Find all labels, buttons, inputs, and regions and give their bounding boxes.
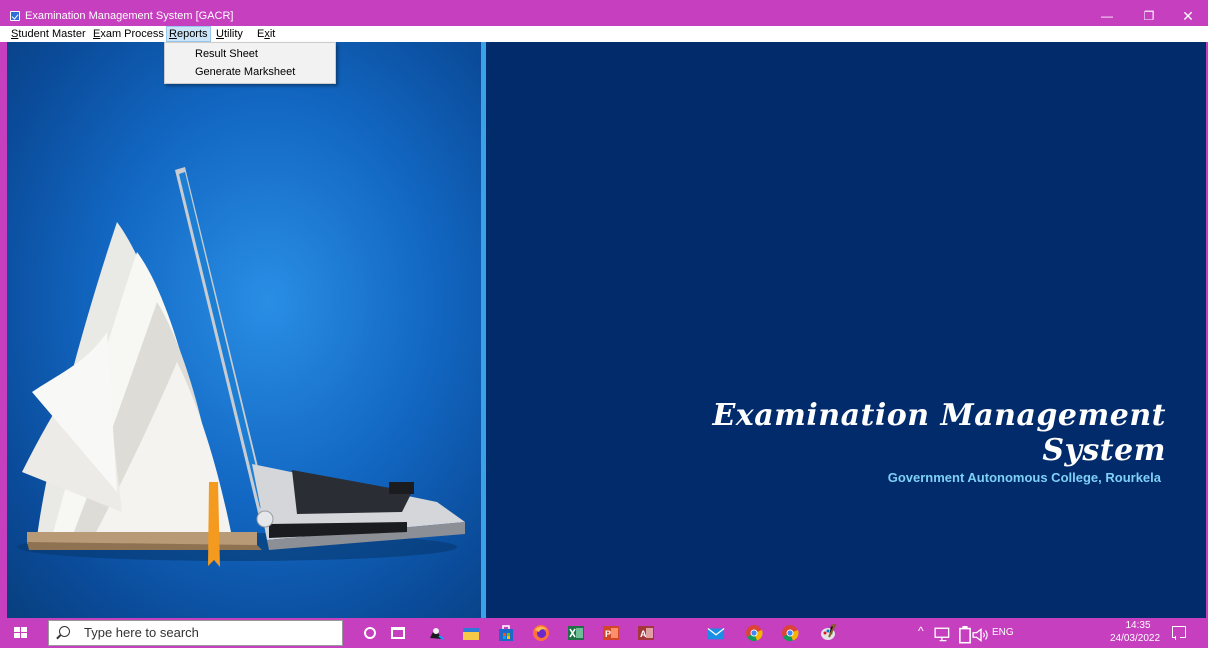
svg-text:A: A: [640, 629, 647, 639]
menu-utility[interactable]: Utility: [213, 26, 246, 42]
game-icon[interactable]: [427, 624, 445, 642]
store-icon[interactable]: [497, 624, 515, 642]
college-subtitle: Government Autonomous College, Rourkela: [887, 470, 1161, 485]
menu-mnemonic: U: [216, 28, 224, 40]
menu-exit[interactable]: Exit: [254, 26, 278, 42]
access-icon[interactable]: A: [637, 624, 655, 642]
firefox-icon[interactable]: [532, 624, 550, 642]
menu-label: it: [269, 28, 276, 40]
menu-label: tility: [223, 28, 243, 40]
task-view-icon[interactable]: [391, 627, 405, 639]
menu-item-generate-marksheet[interactable]: Generate Marksheet: [195, 64, 295, 81]
menu-mnemonic: R: [169, 28, 177, 40]
language-indicator[interactable]: ENG: [992, 627, 1014, 638]
main-content: Examination Management System Government…: [7, 42, 1206, 618]
menu-label: xam Process: [100, 28, 164, 40]
clock-date[interactable]: 24/03/2022: [1100, 633, 1170, 644]
title-panel: Examination Management System Government…: [486, 42, 1206, 618]
window-title: Examination Management System [GACR]: [25, 10, 234, 22]
excel-icon[interactable]: [567, 624, 585, 642]
app-heading: Examination Management System: [712, 398, 1166, 468]
file-explorer-icon[interactable]: [462, 624, 480, 642]
menu-bar: Student Master Exam Process Reports Util…: [0, 26, 1208, 42]
restore-button[interactable]: ❐: [1129, 7, 1169, 25]
menu-label: eports: [176, 28, 208, 40]
volume-icon[interactable]: [972, 626, 990, 644]
clock-time[interactable]: 14:35: [1108, 620, 1168, 631]
menu-reports[interactable]: Reports: [166, 26, 211, 42]
app-icon[interactable]: [10, 11, 20, 21]
chrome-icon[interactable]: [745, 624, 763, 642]
mail-icon[interactable]: [707, 624, 725, 642]
splash-image: [7, 42, 481, 618]
app-window: Examination Management System [GACR] — ❐…: [0, 0, 1208, 618]
tray-chevron-icon[interactable]: ^: [918, 624, 924, 638]
taskbar: Type here to search P A ^ ENG 14:35 24/0…: [0, 618, 1208, 648]
menu-item-result-sheet[interactable]: Result Sheet: [195, 46, 258, 63]
paint-icon[interactable]: [819, 624, 837, 642]
search-icon: [59, 626, 70, 637]
close-button[interactable]: ✕: [1168, 7, 1208, 25]
menu-exam-process[interactable]: Exam Process: [90, 26, 167, 42]
menu-student-master[interactable]: Student Master: [8, 26, 89, 42]
powerpoint-icon[interactable]: P: [602, 624, 620, 642]
search-input[interactable]: Type here to search: [48, 620, 343, 646]
laptop-book-illustration: [17, 167, 465, 567]
windows-start-icon[interactable]: [14, 627, 28, 639]
chrome-profile-icon[interactable]: [781, 624, 799, 642]
cortana-icon[interactable]: [364, 627, 376, 639]
search-placeholder: Type here to search: [84, 625, 199, 640]
svg-text:P: P: [605, 629, 611, 639]
reports-dropdown: Result Sheet Generate Marksheet: [164, 42, 336, 84]
network-icon[interactable]: [934, 626, 952, 644]
menu-label: tudent Master: [18, 28, 86, 40]
minimize-button[interactable]: —: [1087, 7, 1127, 25]
title-bar[interactable]: Examination Management System [GACR] — ❐…: [0, 7, 1208, 25]
notification-icon[interactable]: [1172, 626, 1186, 640]
